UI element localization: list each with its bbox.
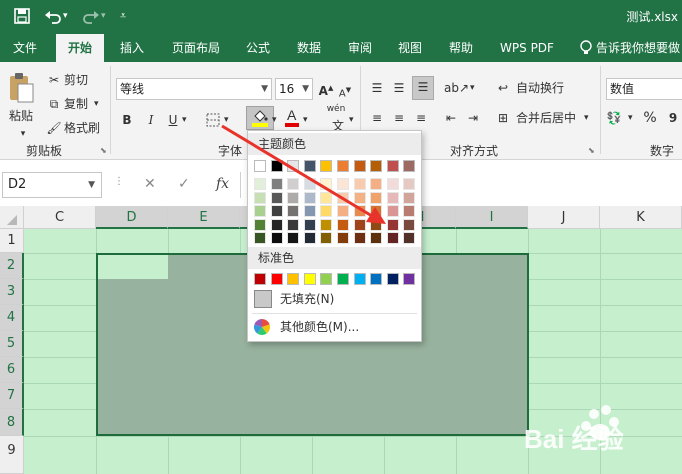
baidu-watermark: Bai 经验 xyxy=(522,400,682,466)
svg-text:Bai 经验: Bai 经验 xyxy=(524,424,624,454)
